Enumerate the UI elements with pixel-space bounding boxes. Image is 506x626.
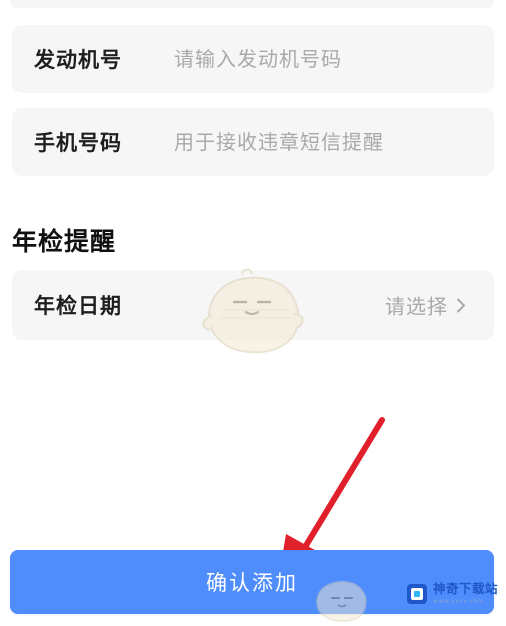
phone-number-row[interactable]: 手机号码 [12, 108, 494, 176]
watermark: 神奇下载站 www.xxxx.com [406, 576, 502, 612]
inspection-section-title: 年检提醒 [12, 227, 117, 256]
engine-number-row[interactable]: 发动机号 [12, 25, 494, 93]
watermark-subtitle: www.xxxx.com [433, 597, 485, 605]
inspection-date-select[interactable]: 请选择 [385, 291, 470, 320]
phone-number-input[interactable] [174, 130, 474, 154]
chevron-right-icon [457, 298, 465, 312]
phone-number-label: 手机号码 [34, 131, 122, 155]
mascot-watermark-small-icon [316, 581, 367, 622]
watermark-logo-icon [407, 584, 427, 604]
engine-number-input[interactable] [174, 47, 474, 71]
watermark-title: 神奇下载站 [433, 581, 499, 597]
inspection-date-value: 请选择 [385, 294, 448, 319]
mascot-watermark-icon [202, 268, 304, 354]
inspection-date-label: 年检日期 [34, 294, 122, 318]
previous-card-edge [10, 0, 494, 8]
engine-number-label: 发动机号 [34, 48, 122, 72]
